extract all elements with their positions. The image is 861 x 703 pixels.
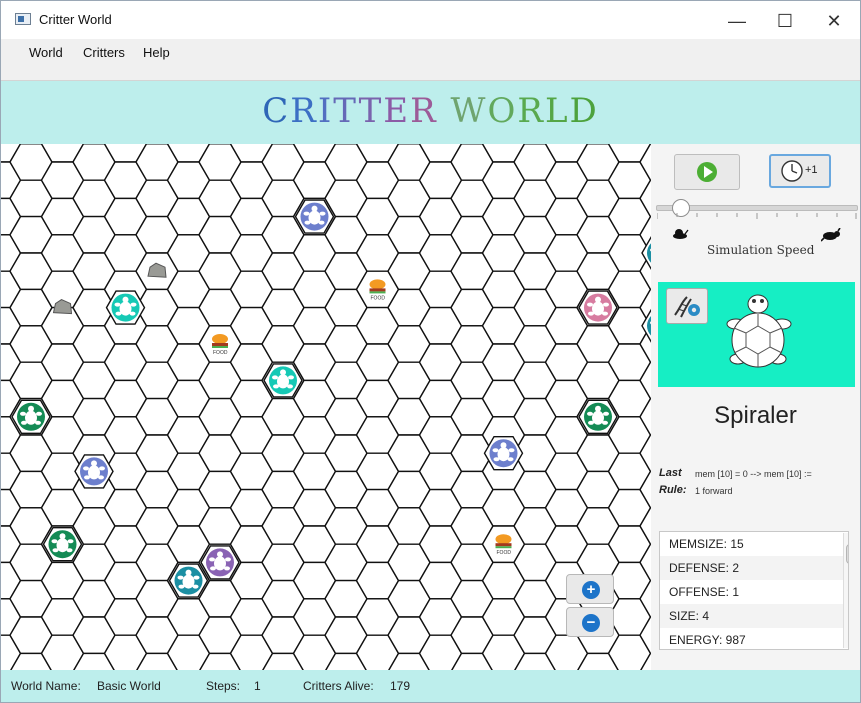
banner-letter	[438, 91, 451, 131]
control-panel: +1 Simulation Speed Spiraler Last Rule: …	[651, 144, 860, 670]
last-rule-label-line-1: Last	[659, 467, 682, 479]
step-button[interactable]: +1	[769, 154, 831, 188]
maximize-button[interactable]: ☐	[768, 8, 802, 34]
stat-defense[interactable]: DEFENSE: 2	[660, 556, 848, 580]
banner-letter: L	[544, 91, 570, 131]
app-window-icon	[15, 13, 31, 25]
food-icon[interactable]: FOOD	[495, 534, 512, 556]
last-rule-label-line-2: Rule:	[659, 484, 687, 496]
steps-value: 1	[254, 679, 261, 693]
hex-world-board[interactable]: FOOD FOOD FOOD + −	[1, 144, 651, 670]
stat-memsize[interactable]: MEMSIZE: 15	[660, 532, 848, 556]
zoom-out-button[interactable]: −	[566, 607, 614, 637]
simulation-speed-label: Simulation Speed	[707, 243, 815, 257]
critters-alive-value: 179	[390, 679, 411, 693]
play-button[interactable]	[674, 154, 740, 190]
title-banner: CRITTER WORLD	[1, 81, 860, 144]
critters-alive-label: Critters Alive:	[303, 679, 374, 693]
step-label: +1	[805, 164, 818, 176]
stats-scrollbar[interactable]	[843, 533, 848, 648]
menu-bar: World Critters Help	[1, 39, 860, 81]
critter-world-logo: CRITTER WORLD	[1, 91, 860, 131]
banner-letter: C	[262, 91, 291, 131]
close-button[interactable]: ✕	[817, 8, 851, 34]
hex-grid[interactable]: FOOD FOOD FOOD	[1, 144, 651, 670]
stats-scroll-thumb[interactable]	[846, 544, 848, 564]
banner-letter: I	[317, 91, 334, 131]
title-bar: Critter World — ☐ ✕	[1, 1, 860, 39]
world-name-label: World Name:	[11, 679, 81, 693]
banner-letter: O	[487, 91, 518, 131]
last-rule-text-line-2: 1 forward	[695, 486, 733, 496]
steps-label: Steps:	[206, 679, 241, 693]
zoom-in-icon: +	[582, 581, 600, 599]
speed-slider-ticks	[657, 213, 857, 219]
play-icon	[697, 162, 717, 182]
status-bar: World Name: Basic World Steps: 1 Critter…	[1, 670, 860, 702]
stat-size[interactable]: SIZE: 4	[660, 604, 848, 628]
menu-critters[interactable]: Critters	[79, 45, 129, 60]
banner-letter: R	[410, 91, 438, 131]
menu-world[interactable]: World	[25, 45, 67, 60]
food-icon[interactable]: FOOD	[212, 334, 228, 356]
stat-energy[interactable]: ENERGY: 987	[660, 628, 848, 649]
zoom-in-button[interactable]: +	[566, 574, 614, 604]
banner-letter: W	[450, 91, 488, 131]
food-icon[interactable]: FOOD	[369, 279, 386, 301]
stat-offense[interactable]: OFFENSE: 1	[660, 580, 848, 604]
species-name: Spiraler	[714, 402, 797, 429]
food-label: FOOD	[497, 550, 512, 556]
dna-gear-icon	[674, 296, 700, 318]
edit-critter-button[interactable]	[666, 288, 708, 324]
critter-world-window: Critter World — ☐ ✕ World Critters Help …	[0, 0, 861, 703]
banner-letter: E	[383, 91, 411, 131]
world-name-value: Basic World	[97, 679, 161, 693]
food-label: FOOD	[371, 295, 386, 301]
turtle-icon	[726, 294, 792, 368]
banner-letter: R	[290, 91, 318, 131]
critter-preview-panel	[658, 282, 855, 387]
menu-help[interactable]: Help	[139, 45, 174, 60]
banner-letter: D	[569, 91, 599, 131]
rabbit-icon	[821, 228, 841, 242]
zoom-out-icon: −	[582, 614, 600, 632]
minimize-button[interactable]: —	[720, 8, 754, 34]
banner-letter: T	[333, 91, 359, 131]
banner-letter: R	[517, 91, 545, 131]
critter-stats-list[interactable]: MEMSIZE: 15 DEFENSE: 2 OFFENSE: 1 SIZE: …	[659, 531, 849, 650]
clock-step-icon	[781, 160, 803, 182]
snail-icon	[673, 229, 689, 239]
last-rule-text-line-1: mem [10] = 0 --> mem [10] :=	[695, 469, 812, 479]
banner-letter: T	[358, 91, 384, 131]
window-title: Critter World	[39, 12, 112, 27]
food-label: FOOD	[213, 350, 228, 356]
